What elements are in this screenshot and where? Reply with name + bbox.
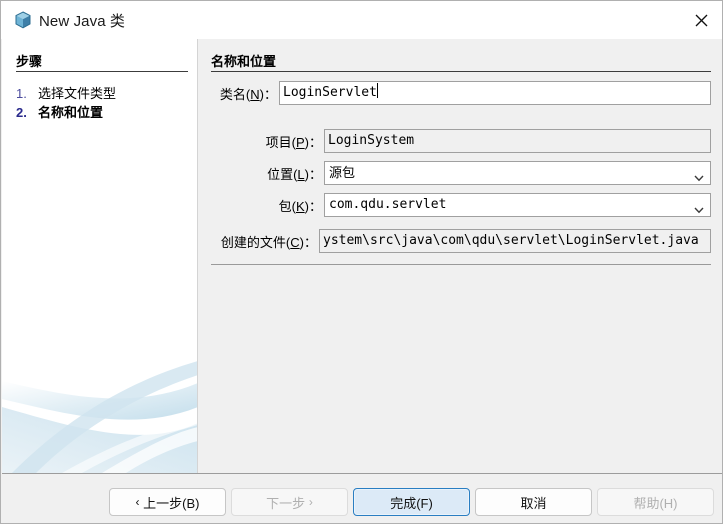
location-combobox[interactable]: 源包 bbox=[324, 161, 711, 185]
package-value: com.qdu.servlet bbox=[329, 197, 447, 212]
help-button[interactable]: 帮助(H) bbox=[597, 488, 714, 516]
steps-heading-divider bbox=[16, 71, 188, 72]
cancel-button[interactable]: 取消 bbox=[475, 488, 592, 516]
created-file-label: 创建的文件(C)： bbox=[220, 235, 317, 250]
class-name-input[interactable]: LoginServlet bbox=[279, 81, 711, 105]
package-row: 包(K)： com.qdu.servlet bbox=[211, 193, 711, 217]
class-name-value: LoginServlet bbox=[283, 85, 377, 100]
step-1-label: 选择文件类型 bbox=[38, 86, 117, 101]
project-value: LoginSystem bbox=[328, 133, 415, 148]
back-arrow-icon: ‹ bbox=[135, 495, 140, 509]
back-button-label: 上一步(B) bbox=[143, 495, 200, 511]
package-mnemonic: K bbox=[295, 199, 305, 214]
help-button-label: 帮助(H) bbox=[633, 495, 678, 511]
close-icon[interactable] bbox=[679, 1, 722, 39]
step-2-label: 名称和位置 bbox=[38, 105, 104, 120]
sidebar-step-1: 1. 选择文件类型 bbox=[16, 83, 116, 102]
location-value: 源包 bbox=[329, 165, 356, 180]
step-1-number: 1. bbox=[16, 86, 27, 101]
cancel-button-label: 取消 bbox=[520, 495, 547, 511]
location-label: 位置(L)： bbox=[267, 167, 322, 182]
chevron-down-icon bbox=[694, 170, 704, 182]
created-file-value: ystem\src\java\com\qdu\servlet\LoginServ… bbox=[323, 233, 699, 248]
text-caret bbox=[376, 83, 378, 98]
sidebar-step-2: 2. 名称和位置 bbox=[16, 102, 103, 121]
class-name-label: 类名(N)： bbox=[219, 87, 277, 102]
project-field: LoginSystem bbox=[324, 129, 711, 153]
back-button[interactable]: ‹ 上一步(B) bbox=[109, 488, 226, 516]
location-row: 位置(L)： 源包 bbox=[211, 161, 711, 185]
chevron-down-icon bbox=[694, 202, 704, 214]
new-java-class-dialog: New Java 类 步骤 1. 选择文件类型 2. 名称和位置 名称和位置 类… bbox=[0, 0, 723, 524]
section-divider bbox=[211, 264, 711, 265]
created-file-row: 创建的文件(C)： ystem\src\java\com\qdu\servlet… bbox=[211, 229, 711, 253]
next-arrow-icon: › bbox=[308, 495, 313, 509]
package-combobox[interactable]: com.qdu.servlet bbox=[324, 193, 711, 217]
title-bar: New Java 类 bbox=[1, 1, 722, 39]
steps-sidebar: 步骤 1. 选择文件类型 2. 名称和位置 bbox=[2, 39, 198, 473]
project-row: 项目(P)： LoginSystem bbox=[211, 129, 711, 153]
package-label: 包(K)： bbox=[278, 199, 322, 214]
decorative-swoosh-graphic bbox=[2, 361, 197, 473]
panel-heading: 名称和位置 bbox=[211, 54, 277, 69]
java-class-cube-icon bbox=[13, 10, 33, 30]
project-mnemonic: P bbox=[295, 135, 305, 150]
steps-heading: 步骤 bbox=[16, 54, 43, 69]
step-2-number: 2. bbox=[16, 105, 27, 120]
finish-button[interactable]: 完成(F) bbox=[353, 488, 470, 516]
created-file-mnemonic: C bbox=[290, 235, 300, 250]
class-name-mnemonic: N bbox=[250, 87, 260, 102]
created-file-field: ystem\src\java\com\qdu\servlet\LoginServ… bbox=[319, 229, 711, 253]
dialog-footer: ‹ 上一步(B) 下一步 › 完成(F) 取消 帮助(H) bbox=[2, 473, 722, 523]
location-mnemonic: L bbox=[297, 167, 305, 182]
panel-heading-divider bbox=[211, 71, 711, 72]
next-button[interactable]: 下一步 › bbox=[231, 488, 348, 516]
window-title: New Java 类 bbox=[39, 13, 126, 30]
project-label: 项目(P)： bbox=[265, 135, 322, 150]
next-button-label: 下一步 bbox=[266, 495, 306, 511]
name-location-panel: 名称和位置 类名(N)： LoginServlet 项目(P)： LoginSy… bbox=[199, 39, 722, 473]
class-name-row: 类名(N)： LoginServlet bbox=[211, 81, 711, 105]
finish-button-label: 完成(F) bbox=[390, 495, 433, 511]
